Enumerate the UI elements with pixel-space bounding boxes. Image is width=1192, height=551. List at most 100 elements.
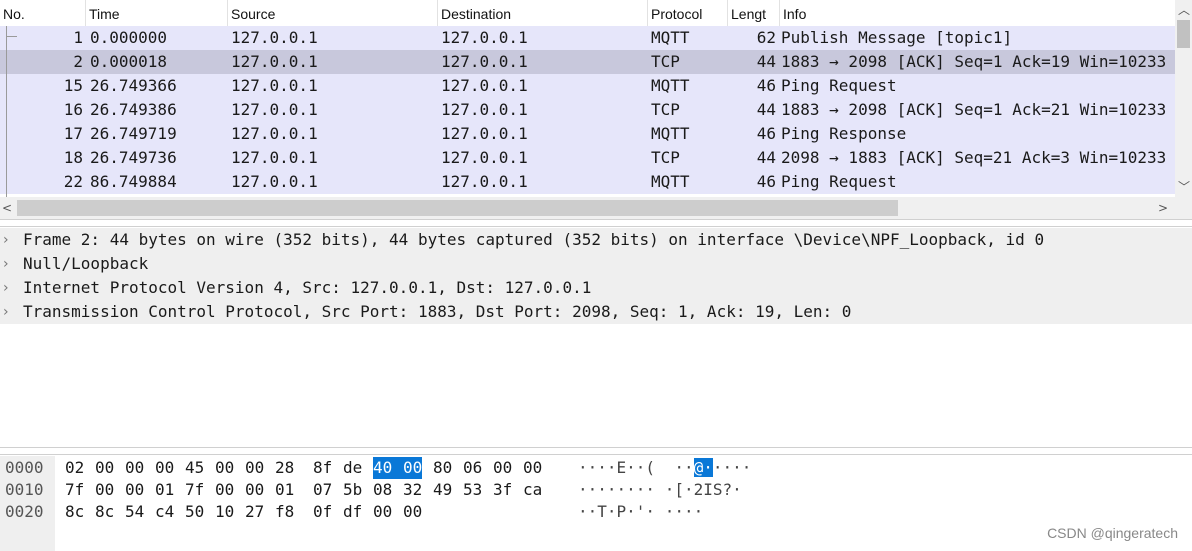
packet-detail-pane[interactable]: › Frame 2: 44 bytes on wire (352 bits), 4… [0,228,1192,447]
horizontal-scroll-thumb[interactable] [17,200,898,216]
detail-tree-item[interactable]: › Null/Loopback [0,252,1192,276]
column-header-no[interactable]: No. [0,0,86,26]
hex-byte[interactable]: 06 [463,457,482,479]
hex-byte[interactable]: ca [523,479,542,501]
hex-byte[interactable]: 32 [403,479,422,501]
hex-byte[interactable]: 40 [373,457,403,479]
hex-byte[interactable]: 08 [373,479,392,501]
hex-byte[interactable]: de [343,457,362,479]
hex-byte[interactable]: 50 [185,501,204,523]
watermark-text: CSDN @qingeratech [1047,525,1178,541]
chevron-right-icon[interactable]: › [3,276,9,300]
scroll-down-arrow-icon[interactable]: ﹀ [1178,181,1190,193]
hex-byte[interactable]: 10 [215,501,234,523]
hex-byte[interactable]: df [343,501,362,523]
horizontal-scrollbar[interactable]: < > [0,197,1175,219]
hex-byte[interactable]: 00 [95,479,114,501]
hex-byte[interactable]: 5b [343,479,362,501]
hex-byte[interactable]: 00 [245,457,264,479]
column-header-info[interactable]: Info [780,0,1175,26]
hex-byte[interactable]: 00 [155,457,174,479]
hex-byte[interactable]: 8c [95,501,114,523]
cell-protocol: MQTT [651,172,690,191]
packet-rows: 1 0.000000 127.0.0.1 127.0.0.1 MQTT 62 Publish… [0,26,1175,197]
hex-byte[interactable]: 54 [125,501,144,523]
hex-byte[interactable]: 00 [493,457,512,479]
hex-ascii-line[interactable]: ··T·P·'· ···· [578,501,703,523]
hex-byte[interactable]: 00 [245,479,264,501]
hex-byte[interactable]: 3f [493,479,512,501]
packet-list-pane[interactable]: No. Time Source Destination Protocol Len… [0,0,1192,219]
chevron-right-icon[interactable]: › [3,252,9,276]
pane-splitter-bottom[interactable] [0,447,1192,455]
hex-byte[interactable]: 00 [95,457,114,479]
hex-byte[interactable]: 00 [125,457,144,479]
hex-byte[interactable]: 49 [433,479,452,501]
packet-row[interactable]: 22 86.749884 127.0.0.1 127.0.0.1 MQTT 46 Ping … [0,170,1175,194]
hex-byte[interactable]: 00 [523,457,542,479]
detail-tree-item[interactable]: › Transmission Control Protocol, Src Port… [0,300,1192,324]
hex-byte[interactable]: 02 [65,457,84,479]
scroll-left-arrow-icon[interactable]: < [2,202,12,214]
hex-byte[interactable]: 00 [125,479,144,501]
packet-row[interactable]: 1 0.000000 127.0.0.1 127.0.0.1 MQTT 62 Publish… [0,26,1175,50]
hex-byte[interactable]: 00 [215,479,234,501]
cell-destination: 127.0.0.1 [441,124,528,143]
hex-byte[interactable]: 53 [463,479,482,501]
cell-length: 46 [756,76,776,95]
cell-info: 1883 → 2098 [ACK] Seq=1 Ack=19 Win=10233 [781,52,1167,71]
pane-splitter-top[interactable] [0,219,1192,227]
scroll-up-arrow-icon[interactable]: ︿ [1178,4,1190,16]
hex-byte[interactable]: c4 [155,501,174,523]
scroll-right-arrow-icon[interactable]: > [1158,202,1168,214]
hex-byte[interactable]: 7f [185,479,204,501]
hex-byte[interactable]: 28 [275,457,294,479]
detail-tree-item[interactable]: › Internet Protocol Version 4, Src: 127.0… [0,276,1192,300]
hex-ascii-line[interactable]: ········ ·[·2IS?· [578,479,742,501]
hex-offset: 0020 [5,502,44,521]
vertical-scroll-thumb[interactable] [1177,20,1190,48]
hex-byte[interactable]: 7f [65,479,84,501]
packet-row[interactable]: 17 26.749719 127.0.0.1 127.0.0.1 MQTT 46 Ping … [0,122,1175,146]
vertical-scrollbar[interactable]: ︿ ﹀ [1175,0,1192,197]
column-header-source[interactable]: Source [228,0,438,26]
column-header-protocol[interactable]: Protocol [648,0,728,26]
packet-row[interactable]: 15 26.749366 127.0.0.1 127.0.0.1 MQTT 46 Ping … [0,74,1175,98]
hex-byte[interactable]: 27 [245,501,264,523]
hex-byte[interactable]: 00 [403,457,423,479]
cell-source: 127.0.0.1 [231,52,318,71]
hex-byte[interactable]: 01 [275,479,294,501]
hex-byte[interactable]: 01 [155,479,174,501]
hex-byte[interactable]: 00 [215,457,234,479]
packet-bytes-pane[interactable]: 0000 02 00 00 00 45 00 00 28 8f de 40 00 80 06 00 00 ····… [0,456,1192,551]
cell-time: 86.749884 [90,172,177,191]
cell-source: 127.0.0.1 [231,76,318,95]
detail-item-label: Null/Loopback [23,254,149,273]
hex-byte[interactable]: f8 [275,501,294,523]
chevron-right-icon[interactable]: › [3,300,9,324]
cell-source: 127.0.0.1 [231,100,318,119]
column-header-destination[interactable]: Destination [438,0,648,26]
cell-no: 17 [63,124,83,143]
hex-ascii-line[interactable]: ····E··( ··@····· [578,457,751,479]
packet-row[interactable]: 16 26.749386 127.0.0.1 127.0.0.1 TCP 44 1883 →… [0,98,1175,122]
hex-byte[interactable]: 80 [433,457,452,479]
hex-byte[interactable]: 00 [403,501,422,523]
cell-source: 127.0.0.1 [231,172,318,191]
hex-byte[interactable]: 8c [65,501,84,523]
hex-byte[interactable]: 45 [185,457,204,479]
column-header-length[interactable]: Lengt [728,0,780,26]
detail-tree-item[interactable]: › Frame 2: 44 bytes on wire (352 bits), 4… [0,228,1192,252]
chevron-right-icon[interactable]: › [3,228,9,252]
hex-byte[interactable]: 00 [373,501,392,523]
packet-list-header: No. Time Source Destination Protocol Len… [0,0,1175,27]
cell-time: 26.749719 [90,124,177,143]
column-header-time[interactable]: Time [86,0,228,26]
hex-byte[interactable]: 0f [313,501,332,523]
cell-destination: 127.0.0.1 [441,172,528,191]
packet-row[interactable]: 18 26.749736 127.0.0.1 127.0.0.1 TCP 44 2098 →… [0,146,1175,170]
packet-row[interactable]: 2 0.000018 127.0.0.1 127.0.0.1 TCP 44 1883 → 2… [0,50,1175,74]
cell-length: 44 [756,100,776,119]
hex-byte[interactable]: 07 [313,479,332,501]
hex-byte[interactable]: 8f [313,457,332,479]
